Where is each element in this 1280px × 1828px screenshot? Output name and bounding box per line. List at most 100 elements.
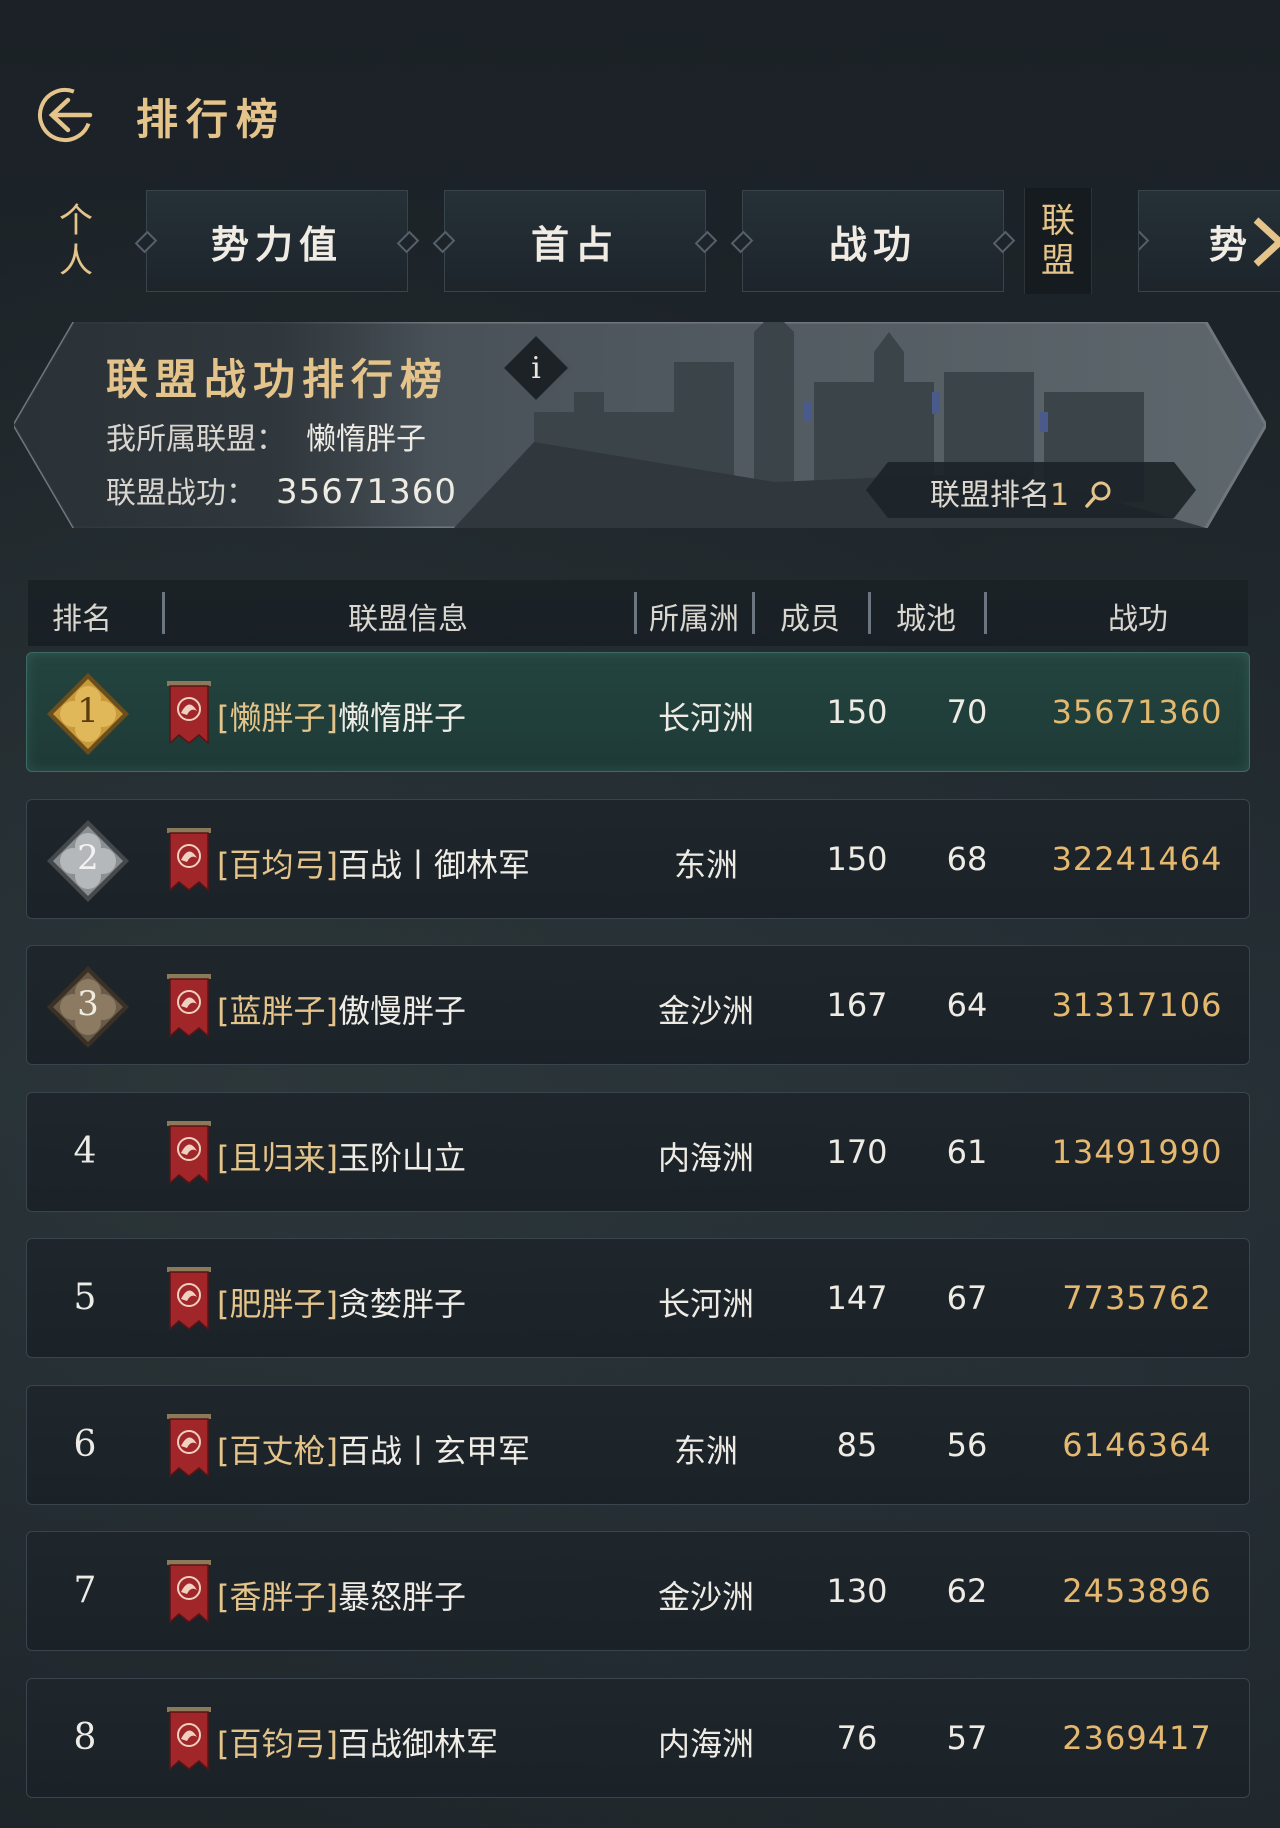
cities-cell: 70: [946, 693, 988, 731]
power-cell: 2369417: [1062, 1718, 1212, 1757]
alliance-tag: [百丈枪]: [217, 1431, 338, 1470]
cities-cell: 68: [946, 839, 988, 878]
members-cell: 76: [836, 1718, 878, 1757]
alliance-rank-text: 联盟排名1: [930, 470, 1113, 514]
alliance-flag-icon: [167, 827, 211, 892]
alliance-title: 傲慢胖子: [337, 992, 466, 1030]
members-cell: 167: [826, 986, 888, 1024]
table-row[interactable]: 2 [百均弓]百战丨御林军 东洲 150 68 32241464: [26, 798, 1250, 919]
alliance-name: [百丈枪]百战丨玄甲军: [217, 1426, 530, 1472]
alliance-name: [肥胖子]贪婪胖子: [217, 1279, 466, 1325]
table-row[interactable]: 4 [且归来]玉阶山立 内海洲 170 61 13491990: [26, 1091, 1250, 1212]
back-button[interactable]: [34, 84, 96, 146]
members-cell: 147: [826, 1279, 888, 1317]
table-row[interactable]: 1 [懒胖子]懒惰胖子 长河洲 150 70 35671360: [26, 652, 1250, 772]
members-cell: 150: [826, 693, 888, 731]
header-divider: [634, 592, 637, 634]
info-icon: i: [499, 331, 573, 405]
alliance-flag-icon: [167, 1120, 211, 1185]
cities-cell: 56: [946, 1425, 988, 1464]
tab-alliance-char-1: 联: [1041, 201, 1075, 241]
header-divider: [752, 592, 755, 634]
table-row[interactable]: 7 [香胖子]暴怒胖子 金沙洲 130 62 2453896: [26, 1531, 1250, 1651]
alliance-flag-icon: [167, 681, 211, 745]
alliance-title: 百战丨玄甲军: [337, 1431, 530, 1470]
region-cell: 金沙洲: [657, 1578, 754, 1616]
region-cell: 长河洲: [657, 1285, 754, 1323]
alliance-flag-icon: [167, 974, 211, 1038]
header-cities: 城池: [896, 602, 956, 637]
rank-number: 6: [73, 1423, 97, 1465]
alliance-tag: [香胖子]: [217, 1578, 338, 1616]
rank-number: 3: [77, 984, 99, 1024]
alliance-name: [香胖子]暴怒胖子: [217, 1572, 466, 1618]
region-cell: 内海洲: [657, 1138, 754, 1177]
alliance-tag: [肥胖子]: [217, 1285, 338, 1323]
cities-cell: 57: [946, 1718, 988, 1757]
alliance-tag: [懒胖子]: [217, 699, 338, 737]
header-region: 所属洲: [649, 602, 739, 637]
alliance-tag: [蓝胖子]: [217, 992, 338, 1030]
alliance-title: 百战丨御林军: [337, 845, 530, 884]
tab-power-value[interactable]: 势力值: [146, 190, 408, 292]
alliance-rank-label: 联盟排名: [930, 478, 1050, 513]
region-cell: 长河洲: [657, 699, 754, 737]
region-cell: 东洲: [673, 1431, 738, 1470]
alliance-name: [且归来]玉阶山立: [217, 1133, 466, 1179]
cities-cell: 62: [946, 1572, 988, 1610]
alliance-rank-value: 1: [1050, 478, 1070, 513]
tab-alliance[interactable]: 联 盟: [1024, 188, 1092, 294]
header-divider: [984, 592, 987, 634]
alliance-name: [百钧弓]百战御林军: [217, 1719, 498, 1765]
my-alliance-value: 懒惰胖子: [306, 422, 426, 457]
info-button[interactable]: i: [498, 330, 574, 406]
tab-personal[interactable]: 个 人: [46, 188, 106, 294]
power-cell: 13491990: [1051, 1132, 1223, 1171]
cities-cell: 64: [946, 986, 988, 1024]
members-cell: 85: [836, 1425, 878, 1464]
alliance-title: 懒惰胖子: [337, 699, 466, 737]
power-cell: 32241464: [1051, 839, 1223, 878]
region-cell: 金沙洲: [657, 992, 754, 1030]
rank-number: 1: [77, 691, 99, 731]
table-row[interactable]: 6 [百丈枪]百战丨玄甲军 东洲 85 56 6146364: [26, 1384, 1250, 1505]
table-row[interactable]: 5 [肥胖子]贪婪胖子 长河洲 147 67 7735762: [26, 1238, 1250, 1358]
members-cell: 170: [826, 1132, 888, 1171]
table-row[interactable]: 3 [蓝胖子]傲慢胖子 金沙洲 167 64 31317106: [26, 945, 1250, 1065]
tab-personal-char-2: 人: [59, 241, 93, 281]
table-header: 排名 联盟信息 所属洲 成员 城池 战功: [28, 580, 1248, 646]
alliance-banner: 联盟战功排行榜 i 我所属联盟： 懒惰胖子 联盟战功： 35671360 联盟排名1: [14, 322, 1266, 528]
page-title: 排行榜: [136, 95, 287, 144]
alliance-power-value: 35671360: [276, 472, 458, 512]
alliance-flag-icon: [167, 1560, 211, 1624]
tab-bar: 个 人 势力值 首占 战功 联 盟 势: [30, 188, 1280, 294]
header-divider: [162, 592, 165, 634]
tab-scroll-right[interactable]: [1236, 212, 1280, 272]
tab-merit[interactable]: 战功: [742, 190, 1004, 292]
tab-alliance-char-2: 盟: [1041, 241, 1075, 281]
cities-cell: 67: [946, 1279, 988, 1317]
header-power: 战功: [1108, 602, 1168, 637]
search-icon[interactable]: [1083, 479, 1113, 509]
alliance-title: 百战御林军: [337, 1724, 498, 1763]
header: 排行榜: [0, 60, 1280, 170]
rank-number: 7: [73, 1570, 97, 1611]
region-cell: 东洲: [673, 845, 738, 884]
alliance-name: [懒胖子]懒惰胖子: [217, 693, 466, 739]
alliance-name: [蓝胖子]傲慢胖子: [217, 986, 466, 1032]
power-cell: 2453896: [1062, 1572, 1212, 1610]
alliance-tag: [百钧弓]: [217, 1724, 338, 1763]
alliance-tag: [百均弓]: [217, 845, 338, 884]
tab-first-capture[interactable]: 首占: [444, 190, 706, 292]
members-cell: 130: [826, 1572, 888, 1610]
alliance-title: 暴怒胖子: [337, 1578, 466, 1616]
region-cell: 内海洲: [657, 1724, 754, 1763]
power-cell: 7735762: [1062, 1279, 1212, 1317]
table-row[interactable]: 8 [百钧弓]百战御林军 内海洲 76 57 2369417: [26, 1677, 1250, 1798]
rank-number: 4: [73, 1130, 97, 1172]
my-alliance-line: 我所属联盟： 懒惰胖子: [106, 414, 426, 458]
alliance-flag-icon: [167, 1413, 211, 1478]
members-cell: 150: [826, 839, 888, 878]
alliance-title: 玉阶山立: [337, 1138, 466, 1177]
banner-title: 联盟战功排行榜: [106, 355, 450, 404]
